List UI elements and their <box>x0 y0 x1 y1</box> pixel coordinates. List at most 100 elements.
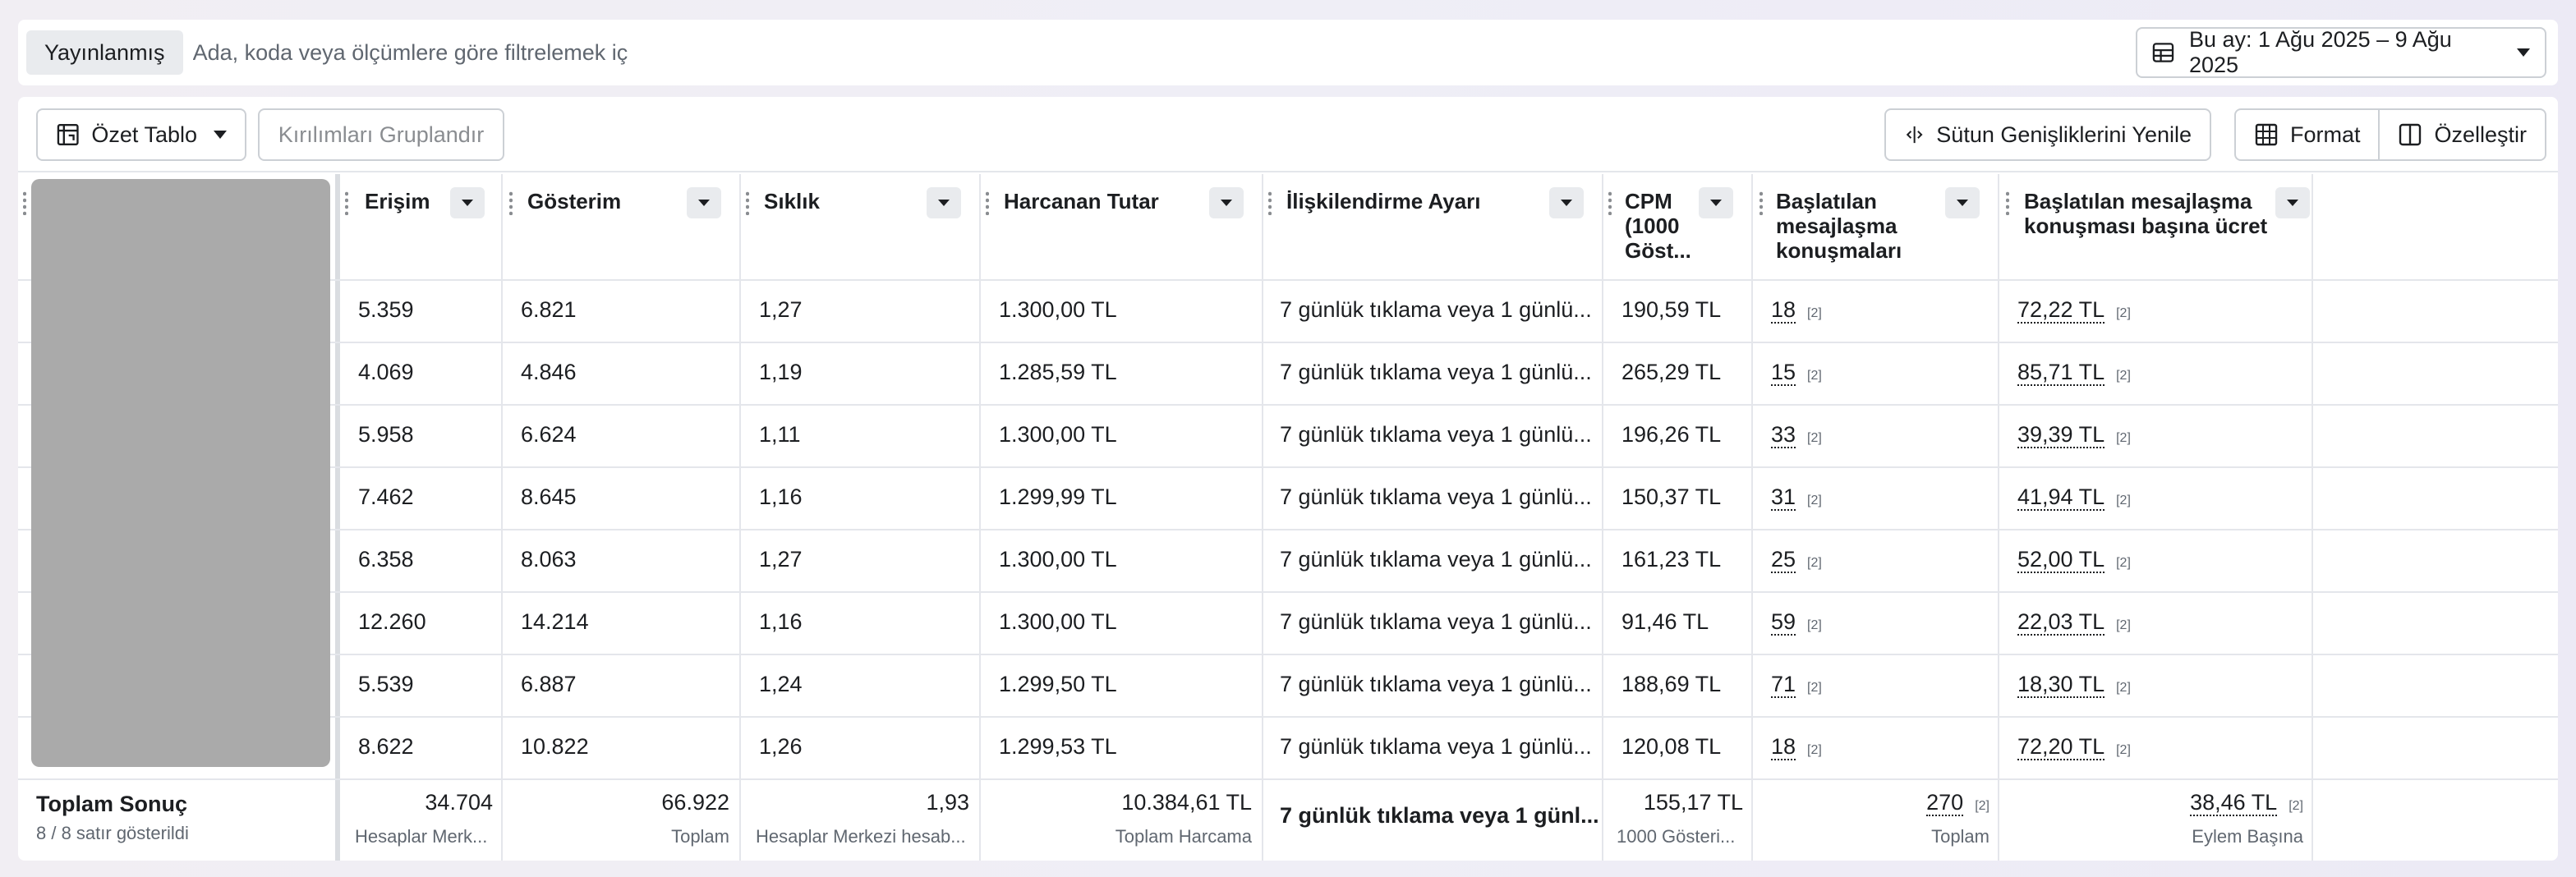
table-cell-impressions: 6.821 <box>521 297 577 322</box>
footnote-marker: [2] <box>1807 494 1822 507</box>
total-conversations-value[interactable]: 270 <box>1926 790 1964 816</box>
table-cell-attribution: 7 günlük tıklama veya 1 günlü... <box>1280 484 1592 509</box>
table-cell-reach: 8.622 <box>358 734 414 759</box>
footnote-marker: [2] <box>1807 618 1822 632</box>
table-cell-conversations: 25 [2] <box>1771 547 1822 573</box>
metric-link[interactable]: 31 <box>1771 484 1796 511</box>
column-divider[interactable] <box>1602 174 1603 861</box>
table-cell-conversations: 15 [2] <box>1771 360 1822 386</box>
metric-link[interactable]: 72,20 TL <box>2017 734 2105 760</box>
table-cell-frequency: 1,16 <box>759 609 803 634</box>
sort-menu-button[interactable] <box>450 187 485 218</box>
drag-handle-icon[interactable] <box>1760 191 1763 215</box>
metric-link[interactable]: 15 <box>1771 360 1796 386</box>
column-header-attribution[interactable]: İlişkilendirme Ayarı <box>1286 189 1549 214</box>
metric-link[interactable]: 52,00 TL <box>2017 547 2105 573</box>
sort-menu-button[interactable] <box>1699 187 1733 218</box>
panel-layout-icon <box>2399 123 2422 146</box>
sort-menu-button[interactable] <box>2275 187 2310 218</box>
metric-link[interactable]: 18 <box>1771 734 1796 760</box>
drag-handle-icon[interactable] <box>2006 191 2009 215</box>
sort-menu-button[interactable] <box>1549 187 1584 218</box>
status-filter-chip[interactable]: Yayınlanmış <box>26 30 183 75</box>
sort-menu-button[interactable] <box>687 187 721 218</box>
row-divider <box>18 466 2558 468</box>
table-cell-spend: 1.299,99 TL <box>999 484 1117 509</box>
column-divider[interactable] <box>1262 174 1263 861</box>
metric-link[interactable]: 33 <box>1771 422 1796 448</box>
table-cell-spend: 1.300,00 TL <box>999 422 1117 447</box>
table-cell-impressions: 6.624 <box>521 422 577 447</box>
metric-link[interactable]: 59 <box>1771 609 1796 636</box>
pivot-table-label: Özet Tablo <box>91 122 197 147</box>
column-header-spend[interactable]: Harcanan Tutar <box>1004 189 1217 214</box>
chevron-down-icon <box>1957 200 1968 206</box>
footnote-marker: [2] <box>1807 556 1822 570</box>
table-cell-cost-per-conversation: 52,00 TL [2] <box>2017 547 2131 573</box>
table-cell-impressions: 10.822 <box>521 734 589 759</box>
metric-link[interactable]: 85,71 TL <box>2017 360 2105 386</box>
metric-link[interactable]: 22,03 TL <box>2017 609 2105 636</box>
drag-handle-icon[interactable] <box>345 191 348 215</box>
column-header-conversations[interactable]: Başlatılan mesajlaşma konuşmaları <box>1776 189 1932 263</box>
metric-link[interactable]: 18,30 TL <box>2017 672 2105 698</box>
table-cell-cost-per-conversation: 41,94 TL [2] <box>2017 484 2131 511</box>
metric-link[interactable]: 41,94 TL <box>2017 484 2105 511</box>
column-divider[interactable] <box>501 174 503 861</box>
row-divider <box>18 279 2558 281</box>
search-input[interactable] <box>192 30 702 75</box>
metric-link[interactable]: 18 <box>1771 297 1796 324</box>
sort-menu-button[interactable] <box>1209 187 1244 218</box>
table-cell-frequency: 1,26 <box>759 734 803 759</box>
drag-handle-icon[interactable] <box>1268 191 1272 215</box>
table-cell-impressions: 4.846 <box>521 360 577 384</box>
footnote-marker: [2] <box>2116 681 2131 695</box>
drag-handle-icon[interactable] <box>23 191 26 215</box>
total-cost-per-conversation-value[interactable]: 38,46 TL <box>2190 790 2278 816</box>
format-button[interactable]: Format <box>2236 110 2379 159</box>
total-cpm-label: 1000 Gösteri... <box>1617 826 1736 847</box>
pivot-table-button[interactable]: Özet Tablo <box>36 108 246 161</box>
column-divider[interactable] <box>1998 174 1999 861</box>
column-divider[interactable] <box>335 174 340 861</box>
column-divider[interactable] <box>2312 174 2313 861</box>
total-conversations: 270 [2] <box>1760 790 1990 816</box>
date-range-button[interactable]: Bu ay: 1 Ağu 2025 – 9 Ağu 2025 <box>2136 27 2546 78</box>
column-divider[interactable] <box>1751 174 1753 861</box>
table-cell-frequency: 1,27 <box>759 547 803 572</box>
customize-button[interactable]: Özelleştir <box>2378 110 2545 159</box>
metric-link[interactable]: 39,39 TL <box>2017 422 2105 448</box>
column-header-cost-per-conversation[interactable]: Başlatılan mesajlaşma konuşması başına ü… <box>2024 189 2279 238</box>
footnote-marker: [2] <box>1807 306 1822 320</box>
drag-handle-icon[interactable] <box>986 191 989 215</box>
column-header-frequency[interactable]: Sıklık <box>764 189 928 214</box>
metric-link[interactable]: 25 <box>1771 547 1796 573</box>
table-cell-spend: 1.300,00 TL <box>999 547 1117 572</box>
table-cell-cpm: 188,69 TL <box>1622 672 1722 696</box>
total-attribution: 7 günlük tıklama veya 1 günl... <box>1280 803 1599 828</box>
column-header-impressions[interactable]: Gösterim <box>527 189 692 214</box>
column-divider[interactable] <box>739 174 741 861</box>
total-reach: 34.704 <box>425 790 493 815</box>
drag-handle-icon[interactable] <box>746 191 749 215</box>
sort-menu-button[interactable] <box>1945 187 1980 218</box>
drag-handle-icon[interactable] <box>509 191 513 215</box>
reset-column-widths-button[interactable]: Sütun Genişliklerini Yenile <box>1884 108 2211 161</box>
drag-handle-icon[interactable] <box>1608 191 1612 215</box>
column-header-cpm[interactable]: CPM (1000 Göst... <box>1625 189 1702 263</box>
reset-column-widths-label: Sütun Genişliklerini Yenile <box>1936 122 2192 147</box>
column-divider[interactable] <box>979 174 981 861</box>
table-cell-cpm: 265,29 TL <box>1622 360 1722 384</box>
row-divider <box>18 591 2558 593</box>
group-breakdowns-button[interactable]: Kırılımları Gruplandır <box>258 108 504 161</box>
column-header-reach[interactable]: Erişim <box>365 189 455 214</box>
footnote-marker: [2] <box>1975 799 1990 813</box>
table-cell-impressions: 6.887 <box>521 672 577 696</box>
table-toolbar: Özet Tablo Kırılımları Gruplandır Sütun … <box>18 97 2558 172</box>
metric-link[interactable]: 71 <box>1771 672 1796 698</box>
metric-link[interactable]: 72,22 TL <box>2017 297 2105 324</box>
table-cell-conversations: 18 [2] <box>1771 734 1822 760</box>
table-cell-cpm: 161,23 TL <box>1622 547 1722 572</box>
footnote-marker: [2] <box>1807 743 1822 757</box>
sort-menu-button[interactable] <box>927 187 961 218</box>
